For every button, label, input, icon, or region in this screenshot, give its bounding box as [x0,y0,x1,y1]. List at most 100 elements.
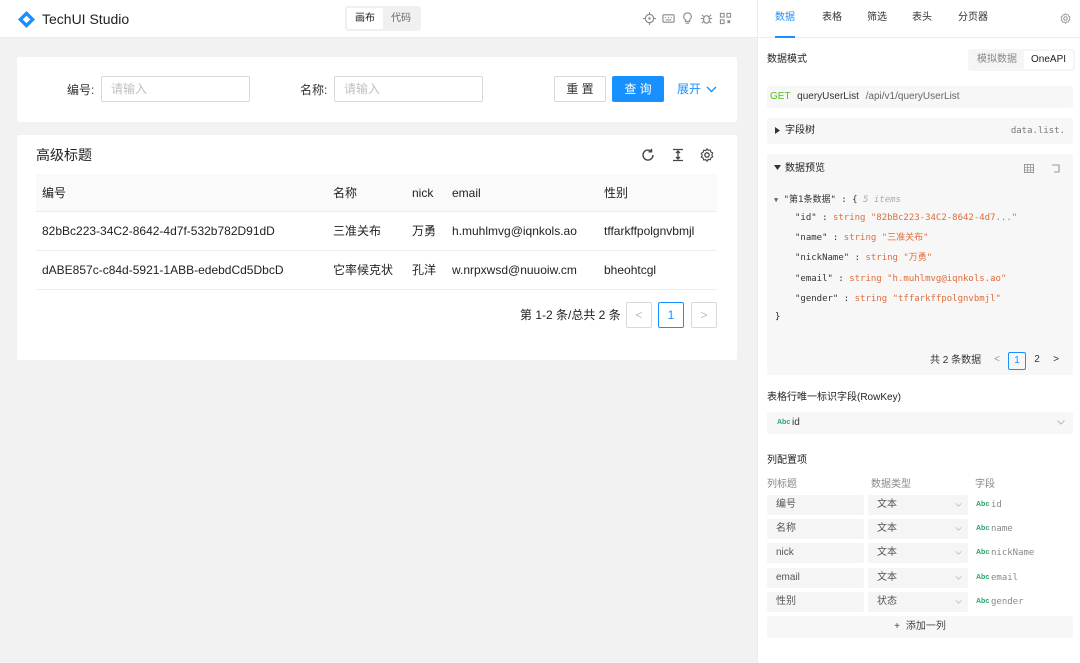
column-field-select[interactable]: Abc gender [972,592,1073,612]
bulb-icon[interactable] [681,12,694,25]
tab-data[interactable]: 数据 [775,12,795,38]
preview-total: 共 2 条数据 [930,355,982,366]
column-header-email[interactable]: email [452,186,481,200]
bug-icon[interactable] [700,12,713,25]
data-preview: 数据预览 ▼ "第1条数据" : { 5 items "id" : string… [767,154,1073,375]
logo-icon [18,11,35,28]
text-type-icon: Abc [976,549,990,556]
json-entry: "id" : string "82bBc223-34C2-8642-4d7...… [795,213,1018,223]
table-row[interactable]: 82bBc223-34C2-8642-4d7f-532b782D91dD 三准关… [36,212,717,251]
column-type-select[interactable]: 文本 [868,519,968,539]
expand-toggle[interactable]: 展开 [677,82,717,96]
chevron-down-icon [955,551,962,555]
query-button[interactable]: 查 询 [612,76,664,102]
caret-right-icon [775,127,780,134]
density-icon[interactable] [671,148,685,162]
filter-label-id: 编号: [67,83,95,97]
cell-id: dABE857c-c84d-5921-1ABB-edebdCd5DbcD [42,263,284,277]
chevron-down-icon [955,503,962,507]
table-title: 高级标题 [36,147,92,163]
table-header: 编号 名称 nick email 性别 [36,174,717,212]
column-field-select[interactable]: Abc email [972,568,1073,588]
panel-settings-icon[interactable] [1060,13,1071,24]
text-type-icon: Abc [976,525,990,532]
column-type-select[interactable]: 状态 [868,592,968,612]
preview-page-2[interactable]: 2 [1028,352,1046,370]
api-method: GET [770,91,791,102]
column-header-gender[interactable]: 性别 [604,186,628,200]
column-field-select[interactable]: Abc nickName [972,543,1073,563]
column-title-input[interactable]: email [767,568,864,588]
toolbar-icons [643,12,732,25]
column-type-select[interactable]: 文本 [868,495,968,515]
column-type-select[interactable]: 文本 [868,568,968,588]
text-type-icon: Abc [976,598,990,605]
column-field-select[interactable]: Abc id [972,495,1073,515]
pagination-next-button[interactable]: > [691,302,717,328]
cell-email: w.nrpxwsd@nuuoiw.cm [452,263,577,277]
pagination-page-1[interactable]: 1 [658,302,684,328]
oneapi-option[interactable]: OneAPI [1024,51,1074,69]
json-root-key: "第1条数据" [783,195,836,205]
filter-name-input[interactable]: 请输入 [334,76,483,102]
plus-icon: + [894,621,900,632]
data-mode-switch: 模拟数据 OneAPI [968,49,1076,71]
field-tree-collapse[interactable]: 字段树 data.list. [767,118,1073,144]
column-header-nick[interactable]: nick [412,186,433,200]
keyboard-icon[interactable] [662,12,675,25]
tab-code[interactable]: 代码 [383,8,419,29]
cell-gender: bheohtcgl [604,263,657,277]
data-mode-label: 数据模式 [767,54,807,65]
refresh-icon[interactable] [641,148,655,162]
target-icon[interactable] [643,12,656,25]
json-close: } [775,312,781,322]
table-row[interactable]: dABE857c-c84d-5921-1ABB-edebdCd5DbcD 它率候… [36,251,717,290]
tab-table[interactable]: 表格 [822,12,842,24]
panel-tabs: 数据 表格 筛选 表头 分页器 [757,0,1080,38]
preview-page-1[interactable]: 1 [1008,352,1026,370]
tab-pagination[interactable]: 分页器 [958,12,988,24]
column-title-input[interactable]: 编号 [767,495,864,515]
collapse-icon[interactable] [1051,164,1061,173]
json-entry: "name" : string "三准关布" [795,233,929,243]
column-type-select[interactable]: 文本 [868,543,968,563]
column-field-select[interactable]: Abc name [972,519,1073,539]
filter-id-input[interactable]: 请输入 [101,76,250,102]
settings-gear-icon[interactable] [700,148,714,162]
caret-down-icon[interactable] [774,165,781,171]
rowkey-select[interactable]: Abc id [767,412,1073,434]
cell-gender: tffarkffpolgnvbmjl [604,224,695,238]
api-selector[interactable]: GET queryUserList /api/v1/queryUserList [767,86,1073,108]
mock-data-option[interactable]: 模拟数据 [970,51,1024,69]
json-root-comment: 5 items [863,195,901,205]
pagination-prev-button[interactable]: < [626,302,652,328]
add-column-button[interactable]: + 添加一列 [767,616,1073,638]
column-title-input[interactable]: 名称 [767,519,864,539]
column-title-input[interactable]: 性别 [767,592,864,612]
filter-label-name: 名称: [300,83,328,97]
column-header-name[interactable]: 名称 [333,186,357,200]
column-header-id[interactable]: 编号 [42,186,66,200]
tab-header[interactable]: 表头 [912,12,932,24]
tab-filter[interactable]: 筛选 [867,12,887,24]
table-view-icon[interactable] [1024,164,1034,173]
chevron-down-icon [1057,420,1065,425]
json-entry: "gender" : string "tffarkffpolgnvbmjl" [795,294,1001,304]
qrcode-icon[interactable] [719,12,732,25]
preview-prev-button[interactable]: < [988,352,1006,370]
data-preview-label: 数据预览 [785,163,825,174]
reset-button[interactable]: 重 置 [554,76,606,102]
column-title-input[interactable]: nick [767,543,864,563]
api-name: queryUserList [797,91,859,102]
tab-canvas[interactable]: 画布 [347,8,383,29]
field-tree-path: data.list. [1010,126,1065,136]
json-entry: "email" : string "h.muhlmvg@iqnkols.ao" [795,274,1007,284]
expand-label: 展开 [677,82,702,96]
chevron-down-icon [706,86,717,92]
preview-next-button[interactable]: > [1047,352,1065,370]
text-type-icon: Abc [976,574,990,581]
cell-nick: 万勇 [412,224,437,238]
chevron-down-icon [955,527,962,531]
column-config-label: 列配置项 [767,455,807,466]
cell-email: h.muhlmvg@iqnkols.ao [452,224,577,238]
